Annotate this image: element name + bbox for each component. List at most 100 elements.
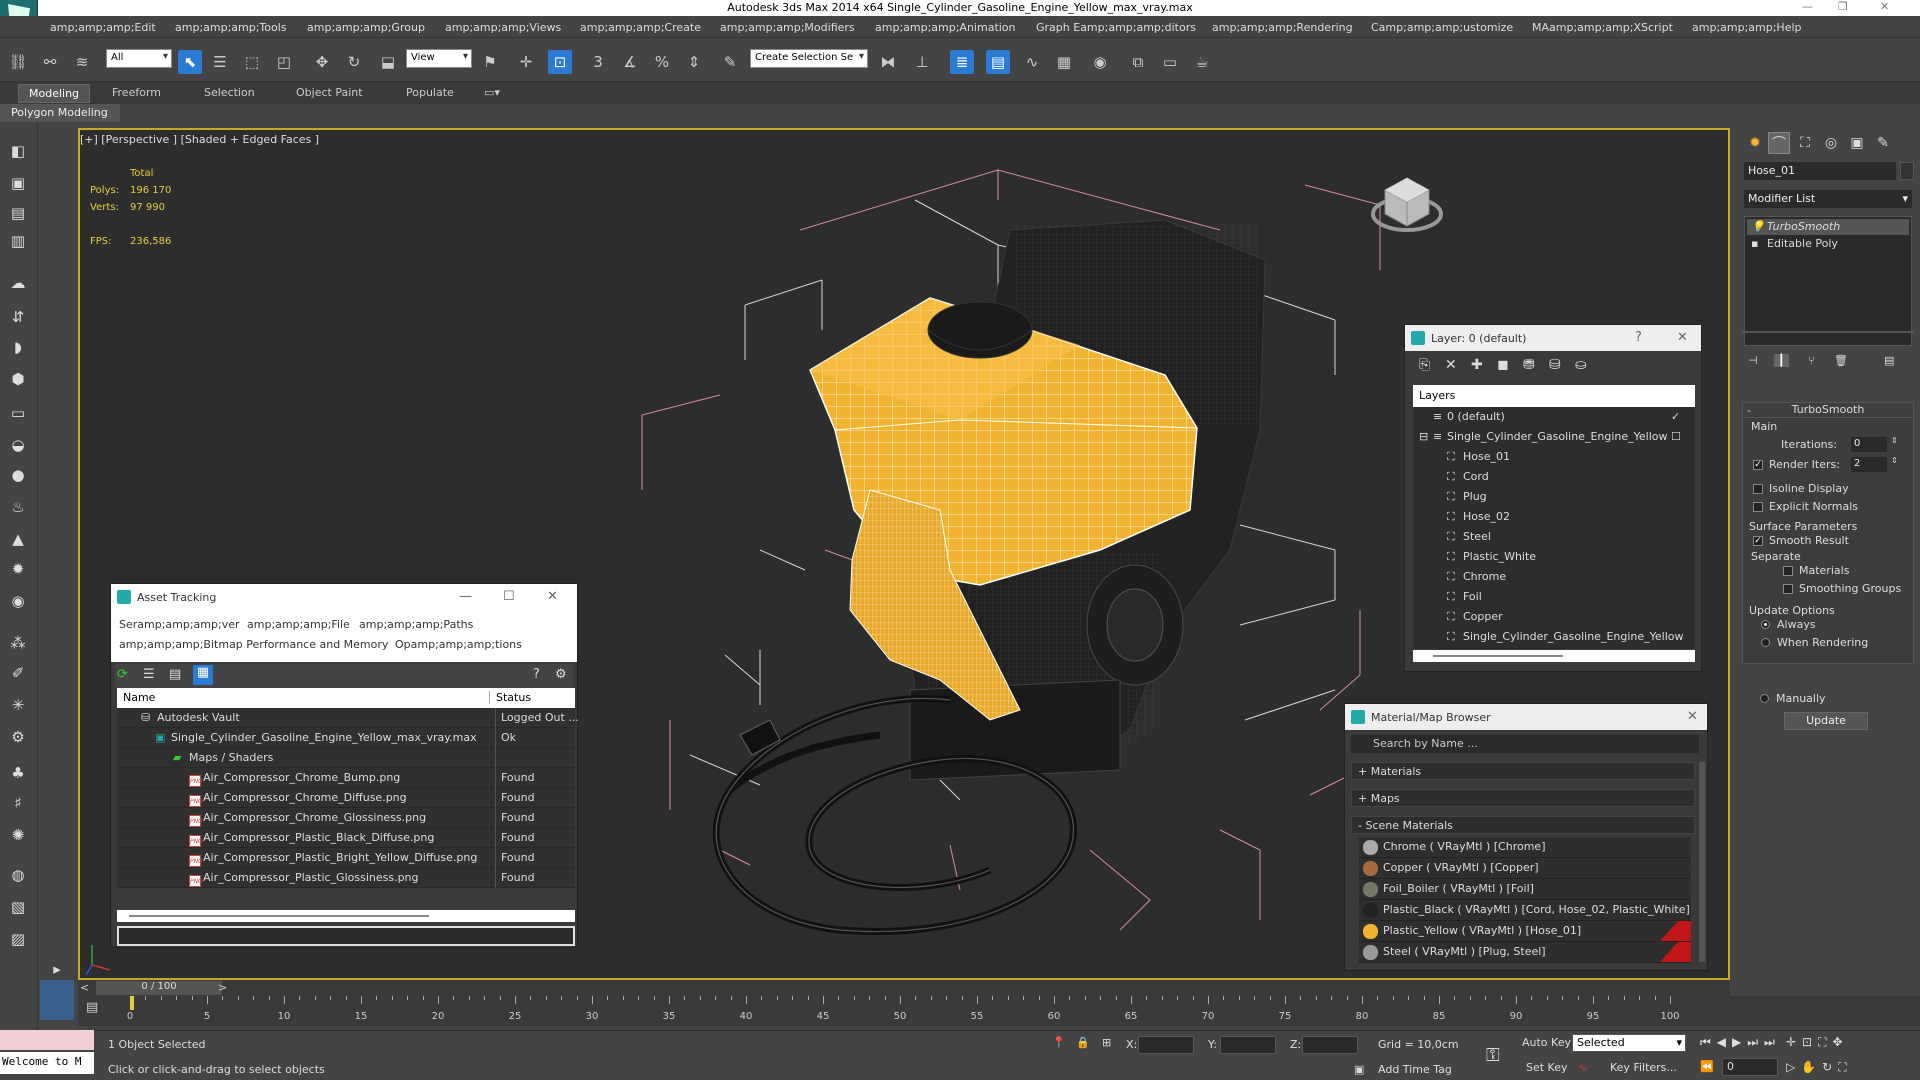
schematic-view-icon[interactable]: ▦ (1052, 50, 1076, 74)
render-iters-spinner[interactable]: 2 (1851, 457, 1887, 472)
layer-row[interactable]: ⛶ Hose_01 (1413, 447, 1695, 467)
column-name[interactable]: Name (123, 691, 155, 704)
layer-row[interactable]: ⊟ ≡ Single_Cylinder_Gasoline_Engine_Yellow… (1413, 427, 1695, 447)
menu-views[interactable]: amp;amp;amp;Views (445, 21, 561, 34)
track-bar[interactable]: ▤ 0 5 10 15 20 25 30 35 40 45 50 55 60 65 70 75 80 85 90 95… (78, 996, 1920, 1026)
utilities-icon[interactable]: ◗ (7, 336, 29, 358)
goto-start-icon[interactable]: ⏪ (1700, 1060, 1714, 1073)
playback-controls[interactable]: ⏮◀▶⏭⏭ (1700, 1035, 1781, 1050)
menu-customize[interactable]: Camp;amp;amp;ustomize (1371, 21, 1513, 34)
rect-selection-icon[interactable]: ⬚ (240, 50, 264, 74)
manually-radio[interactable] (1760, 694, 1769, 703)
render-icon[interactable]: ▨ (7, 928, 29, 950)
paint-icon[interactable]: ✐ (7, 662, 29, 684)
asset-path-input[interactable] (117, 926, 575, 946)
group-scene-materials[interactable]: - Scene Materials (1351, 816, 1695, 834)
tab-populate[interactable]: Populate (406, 86, 454, 99)
settings-icon[interactable]: ⚙ (555, 667, 567, 682)
polygon-modeling-panel[interactable]: Polygon Modeling (0, 104, 120, 122)
table-row[interactable]: PNGAir_Compressor_Chrome_Glossiness.png … (117, 808, 575, 828)
collapse-icon[interactable]: ⊟ (1419, 430, 1428, 443)
object-color-swatch[interactable] (1900, 162, 1914, 180)
horizontal-scrollbar[interactable] (117, 910, 575, 922)
select-layer-icon[interactable]: ◼ (1497, 357, 1509, 373)
spinner-arrows-icon[interactable]: ⇕ (1891, 436, 1898, 445)
menu-server[interactable]: Seramp;amp;amp;ver (119, 618, 240, 631)
layer-row[interactable]: ⛶ Plastic_White (1413, 547, 1695, 567)
motion-icon[interactable]: ☁ (7, 272, 29, 294)
table-row[interactable]: ⛁ Autodesk Vault Logged Out ... (117, 708, 579, 728)
orb-icon[interactable]: ◉ (7, 590, 29, 612)
dome-icon[interactable]: ◒ (7, 434, 29, 456)
current-frame-marker[interactable] (130, 996, 134, 1010)
snow-icon[interactable]: ✳ (7, 694, 29, 716)
set-key-button[interactable]: Set Key (1526, 1061, 1568, 1074)
mixer-icon[interactable]: ⬢ (7, 368, 29, 390)
nav-controls-top[interactable]: ✛⊡⛶✥ (1786, 1035, 1849, 1050)
material-editor-icon[interactable]: ◉ (1088, 50, 1112, 74)
selection-lock-icon[interactable]: 📍 (1052, 1036, 1066, 1049)
update-button[interactable]: Update (1784, 712, 1868, 730)
hierarchy-icon[interactable]: ▥ (7, 230, 29, 252)
render-setup-icon[interactable]: ⧉ (1126, 50, 1150, 74)
list-item[interactable]: Plastic_Yellow ( VRayMtl ) [Hose_01] (1359, 921, 1691, 942)
menu-modifiers[interactable]: amp;amp;amp;Modifiers (720, 21, 855, 34)
spinner-arrows-icon[interactable]: ⇕ (1891, 456, 1898, 465)
hierarchy-tab-icon[interactable]: ⛶ (1794, 132, 1816, 154)
layers-column[interactable]: Layers (1419, 389, 1455, 402)
percent-snap-icon[interactable]: % (650, 50, 674, 74)
light-icon[interactable]: ✹ (7, 558, 29, 580)
move-icon[interactable]: ✥ (310, 50, 334, 74)
current-frame-field[interactable]: 0 (1722, 1058, 1778, 1076)
layer-row[interactable]: ⛶ Hose_02 (1413, 507, 1695, 527)
close-icon[interactable]: ✕ (1677, 330, 1688, 345)
display-tab-icon[interactable]: ▣ (1846, 132, 1868, 154)
prev-frame-icon[interactable]: < (80, 981, 89, 994)
table-row[interactable]: PNGAir_Compressor_Chrome_Diffuse.png Fou… (117, 788, 575, 808)
viewport-label[interactable]: [+] [Perspective ] [Shaded + Edged Faces… (80, 133, 319, 146)
tab-selection[interactable]: Selection (204, 86, 255, 99)
menu-rendering[interactable]: amp;amp;amp;Rendering (1212, 21, 1353, 34)
rotate-icon[interactable]: ↻ (342, 50, 366, 74)
sphere-icon[interactable]: ● (7, 464, 29, 486)
maximize-icon[interactable]: ☐ (503, 589, 515, 604)
mirror-icon[interactable]: ⧓ (876, 50, 900, 74)
vertical-scrollbar[interactable] (1699, 762, 1705, 962)
layer-row[interactable]: ⛶ Steel (1413, 527, 1695, 547)
particle-icon[interactable]: ⁂ (7, 632, 29, 654)
table-row[interactable]: PNGAir_Compressor_Plastic_Black_Diffuse.… (117, 828, 575, 848)
hf-icon[interactable]: ♯ (7, 792, 29, 814)
select-manipulate-icon[interactable]: ✛ (514, 50, 538, 74)
list-item[interactable]: Plastic_Black ( VRayMtl ) [Cord, Hose_02… (1359, 900, 1691, 921)
always-radio[interactable] (1761, 620, 1770, 629)
table-row[interactable]: ▰ Maps / Shaders (117, 748, 575, 768)
create-icon[interactable]: ▣ (7, 172, 29, 194)
smoothing-groups-checkbox[interactable] (1783, 584, 1793, 594)
named-selection-dropdown[interactable]: Create Selection Se (750, 49, 868, 68)
layer-row[interactable]: ⛶ Single_Cylinder_Gasoline_Engine_Yellow (1413, 627, 1695, 647)
lock-icon[interactable]: 🔒 (1076, 1036, 1090, 1049)
key-icon[interactable]: ⚿ (1486, 1045, 1500, 1066)
horizontal-scrollbar[interactable] (1413, 650, 1695, 662)
menu-edit[interactable]: amp;amp;amp;Edit (50, 21, 156, 34)
modify-icon[interactable]: ▤ (7, 202, 29, 224)
modifier-list-dropdown[interactable]: Modifier List ▾ (1744, 190, 1912, 208)
teapot-icon[interactable]: ♨ (7, 496, 29, 518)
key-filters-button[interactable]: Key Filters... (1610, 1061, 1677, 1074)
link-icon[interactable]: ⛓ (6, 50, 30, 74)
unlink-icon[interactable]: ⚯ (38, 50, 62, 74)
show-end-result-icon[interactable]: ┃ (1774, 354, 1789, 367)
help-icon[interactable]: ? (533, 667, 540, 682)
render-teapot-icon[interactable]: ☕ (1190, 50, 1214, 74)
iterations-spinner[interactable]: 0 (1851, 437, 1887, 452)
close-icon[interactable]: ✕ (1687, 709, 1698, 724)
expand-arrow-icon[interactable]: ▸ (46, 958, 68, 980)
table-row[interactable]: PNGAir_Compressor_Chrome_Bump.png Found (117, 768, 575, 788)
menu-group[interactable]: amp;amp;amp;Group (307, 21, 425, 34)
create-layer-icon[interactable]: ⎘ (1419, 357, 1430, 373)
curve-editor-icon[interactable]: ∿ (1020, 50, 1044, 74)
checkmark-icon[interactable]: ✓ (1671, 410, 1680, 423)
plant-icon[interactable]: ♣ (7, 762, 29, 784)
table-row[interactable]: PNGAir_Compressor_Plastic_Bright_Yellow_… (117, 848, 575, 868)
display-icon[interactable]: ⇵ (7, 306, 29, 328)
